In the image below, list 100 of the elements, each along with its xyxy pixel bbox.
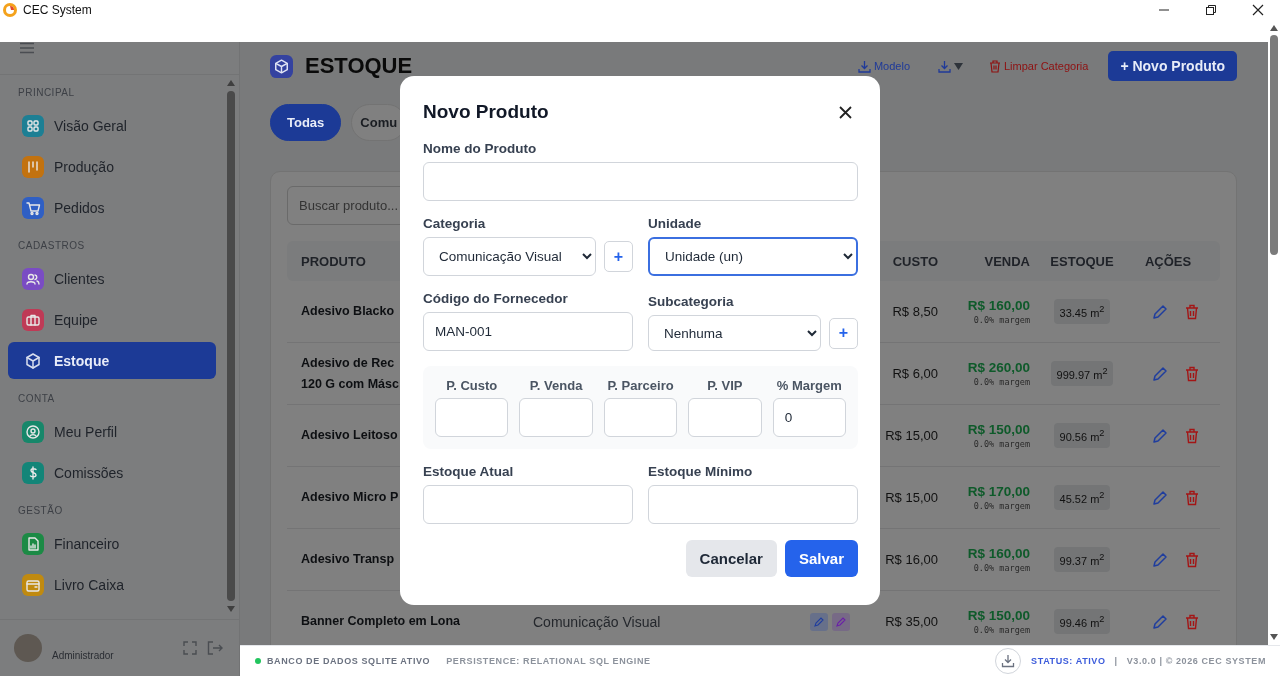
trash-icon[interactable]: [1184, 427, 1199, 444]
product-name: Adesivo Leitoso: [301, 427, 398, 444]
stock-badge: 90.56 m$^{2}$: [1053, 423, 1111, 448]
close-icon[interactable]: [1252, 4, 1264, 16]
stock-badge: 99.37 m$^{2}$: [1053, 547, 1111, 572]
scrollbar[interactable]: [226, 79, 236, 613]
trash-icon[interactable]: [1184, 365, 1199, 382]
section-heading: CADASTROS: [17, 239, 86, 253]
field-label: P. Venda: [529, 378, 583, 393]
price-cell: R$ 150,00: [967, 608, 1030, 623]
save-button[interactable]: Salvar: [784, 540, 858, 577]
field-label: Estoque Atual: [423, 464, 515, 480]
trash-icon[interactable]: [1184, 303, 1199, 320]
new-product-button[interactable]: + Novo Produto: [1108, 51, 1237, 81]
sidebar-item[interactable]: Visão Geral: [8, 107, 216, 144]
fullscreen-icon[interactable]: [183, 641, 197, 655]
status-dot: [255, 658, 261, 664]
field-label: Subcategoria: [648, 294, 735, 310]
download-icon: [1001, 654, 1016, 668]
product-name-input[interactable]: [423, 162, 858, 201]
persistence-text: PERSISTENCE: RELATIONAL SQL ENGINE: [446, 656, 651, 666]
price-input[interactable]: [435, 398, 509, 437]
price-cell: R$ 150,00: [967, 422, 1030, 437]
stock-badge: 45.52 m$^{2}$: [1053, 485, 1111, 510]
cancel-button[interactable]: Cancelar: [685, 540, 777, 577]
product-name: Adesivo Micro P: [301, 489, 399, 506]
product-name: Banner Completo em Lona: [301, 613, 461, 630]
user-name: Administrador: [52, 649, 114, 661]
sidebar-item[interactable]: Equipe: [8, 301, 216, 338]
sidebar-item[interactable]: Produção: [8, 148, 216, 185]
price-input[interactable]: [603, 398, 678, 437]
price-cell: R$ 160,00: [967, 298, 1030, 313]
field-label: % Margem: [776, 378, 842, 393]
column-header: ESTOQUE: [1050, 253, 1114, 269]
stock-input[interactable]: [423, 485, 633, 524]
field-label: P. VIP: [707, 378, 743, 393]
separator-text: |: [1114, 656, 1118, 666]
sidebar-item[interactable]: Financeiro: [8, 525, 216, 562]
supplier-code-input[interactable]: MAN-001: [423, 312, 633, 351]
sidebar-item[interactable]: Clientes: [8, 260, 216, 297]
page-title: ESTOQUE: [305, 53, 413, 79]
database-status: BANCO DE DADOS SQLITE ATIVO: [267, 656, 431, 666]
add-category-button[interactable]: +: [604, 241, 633, 272]
filter-tab[interactable]: Todas: [270, 104, 342, 141]
menu-icon[interactable]: [20, 42, 34, 54]
field-label: Código do Fornecedor: [423, 291, 569, 307]
trash-icon[interactable]: [1184, 489, 1199, 506]
sidebar-item[interactable]: Comissões: [8, 454, 216, 491]
stock-input[interactable]: [648, 485, 858, 524]
restore-icon[interactable]: [1205, 4, 1217, 16]
price-input[interactable]: [519, 398, 593, 437]
edit-icon[interactable]: [1151, 551, 1168, 568]
sidebar-item[interactable]: Estoque: [8, 342, 216, 379]
scroll-down-icon[interactable]: [1269, 633, 1279, 641]
logout-icon[interactable]: [207, 641, 223, 655]
sidebar-item[interactable]: Pedidos: [8, 189, 216, 226]
field-label: Unidade: [648, 216, 703, 232]
field-label: P. Custo: [446, 378, 498, 393]
section-heading: GESTÃO: [17, 503, 64, 518]
edit-icon[interactable]: [1151, 427, 1168, 444]
cost-cell: R$ 8,50: [892, 304, 938, 319]
edit-icon[interactable]: [1151, 613, 1168, 630]
status-text: STATUS: ATIVO: [1031, 656, 1106, 666]
price-cell: R$ 260,00: [967, 360, 1030, 375]
field-label: P. Parceiro: [607, 378, 674, 393]
add-subcategory-button[interactable]: +: [829, 317, 858, 349]
trash-icon[interactable]: [1184, 551, 1199, 568]
edit-icon[interactable]: [1151, 489, 1168, 506]
margin-text: 0.0% margem: [973, 625, 1030, 635]
close-icon[interactable]: [839, 105, 852, 119]
unit-select[interactable]: Unidade (un): [648, 237, 858, 276]
subcategory-select[interactable]: Nenhuma: [648, 315, 821, 351]
edit-icon[interactable]: [1151, 365, 1168, 382]
cost-cell: R$ 15,00: [885, 428, 938, 443]
trash-icon: [989, 59, 1001, 73]
price-input[interactable]: [688, 398, 762, 437]
pencil-icon[interactable]: [810, 612, 828, 631]
pencil-icon[interactable]: [832, 612, 850, 631]
download-icon: [938, 59, 951, 73]
sidebar-item[interactable]: Livro Caixa: [8, 566, 216, 603]
scroll-up-icon[interactable]: [1269, 24, 1279, 32]
column-header: PRODUTO: [301, 253, 366, 269]
product-name: Adesivo Transp: [301, 551, 395, 568]
version-text: V3.0.0 | © 2026 CEC SYSTEM: [1126, 656, 1266, 666]
category-select[interactable]: Comunicação Visual: [423, 237, 596, 276]
cost-cell: R$ 16,00: [885, 552, 938, 567]
dialog-title: Novo Produto: [423, 101, 549, 123]
caret-icon: [954, 62, 963, 70]
price-input[interactable]: 0: [772, 398, 847, 437]
trash-icon[interactable]: [1184, 613, 1199, 630]
scroll-thumb[interactable]: [1270, 35, 1278, 255]
edit-icon[interactable]: [1151, 303, 1168, 320]
sidebar-item[interactable]: Meu Perfil: [8, 413, 216, 450]
category-cell: Comunicação Visual: [533, 613, 661, 630]
scroll-thumb[interactable]: [227, 91, 235, 601]
product-name: Adesivo de Rec 120 G com Másc: [301, 354, 399, 393]
cost-cell: R$ 6,00: [892, 366, 938, 381]
avatar: [14, 634, 42, 662]
stock-badge: 99.46 m$^{2}$: [1053, 609, 1111, 634]
cost-cell: R$ 15,00: [885, 490, 938, 505]
